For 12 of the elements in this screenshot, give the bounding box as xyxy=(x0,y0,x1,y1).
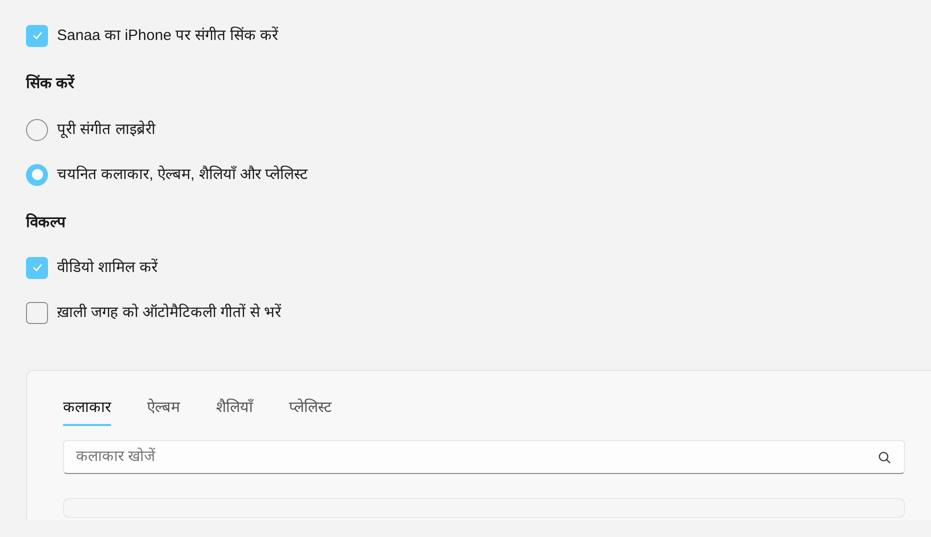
tab[interactable]: कलाकार xyxy=(63,397,111,426)
checkbox-label: Sanaa का iPhone पर संगीत सिंक करें xyxy=(57,26,278,46)
tab[interactable]: ऐल्बम xyxy=(147,397,180,426)
section-heading: विकल्प xyxy=(26,212,67,232)
section-heading: सिंक करें xyxy=(26,73,76,94)
tab[interactable]: प्लेलिस्ट xyxy=(289,397,332,426)
checkbox-label: ख़ाली जगह को ऑटोमैटिकली गीतों से भरें xyxy=(57,302,282,323)
checkbox-label: वीडियो शामिल करें xyxy=(57,258,158,278)
tab[interactable]: शैलियाँ xyxy=(216,397,253,426)
radio-label: पूरी संगीत लाइब्रेरी xyxy=(57,120,156,140)
search-field[interactable]: कलाकार खोजें xyxy=(63,440,905,474)
radio-label: चयनित कलाकार, ऐल्बम, शैलियाँ और प्लेलिस्ट xyxy=(57,164,308,184)
